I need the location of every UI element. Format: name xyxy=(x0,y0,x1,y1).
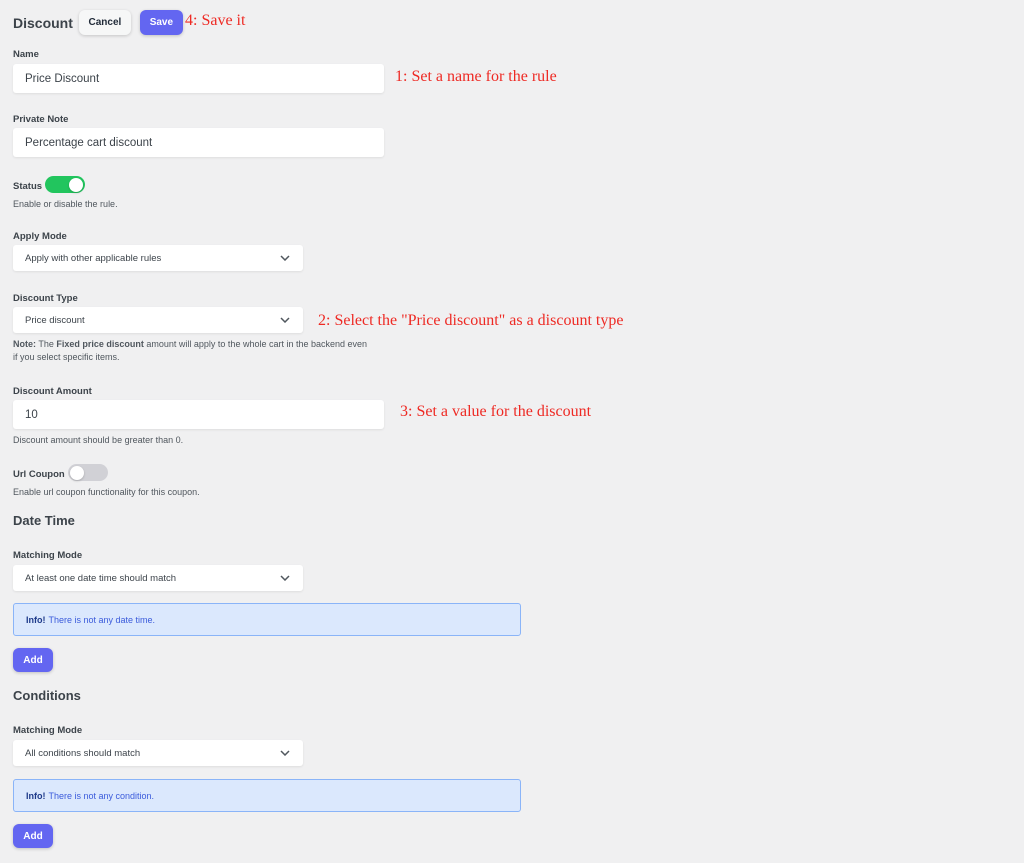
note-prefix: Note: xyxy=(13,339,36,349)
conditions-matching-select[interactable]: All conditions should match xyxy=(13,740,303,766)
discount-amount-help: Discount amount should be greater than 0… xyxy=(13,435,184,445)
save-button[interactable]: Save xyxy=(139,10,183,35)
status-toggle[interactable] xyxy=(45,176,85,193)
url-coupon-toggle-knob xyxy=(70,465,84,480)
conditions-matching-label: Matching Mode xyxy=(13,725,83,736)
name-input[interactable]: Price Discount xyxy=(13,64,384,93)
url-coupon-help: Enable url coupon functionality for this… xyxy=(13,487,200,497)
chevron-down-icon xyxy=(279,572,291,584)
annotation-step-2: 2: Select the "Price discount" as a disc… xyxy=(318,312,624,329)
status-toggle-knob xyxy=(69,177,83,192)
conditions-matching-value: All conditions should match xyxy=(25,747,141,759)
chevron-down-icon xyxy=(279,747,291,759)
note-text: amount will apply to the whole cart in t… xyxy=(143,339,368,349)
form-header: Discount Cancel Save xyxy=(13,10,183,35)
info-prefix: Info! xyxy=(26,614,46,625)
discount-type-select[interactable]: Price discount xyxy=(13,307,303,333)
apply-mode-value: Apply with other applicable rules xyxy=(25,252,162,264)
url-coupon-label: Url Coupon xyxy=(13,469,65,480)
discount-amount-label: Discount Amount xyxy=(13,386,92,397)
apply-mode-label: Apply Mode xyxy=(13,231,67,242)
add-condition-button[interactable]: Add xyxy=(13,824,53,848)
name-label: Name xyxy=(13,49,39,60)
page-title: Discount xyxy=(13,14,73,31)
discount-amount-value: 10 xyxy=(25,408,38,421)
date-time-matching-value: At least one date time should match xyxy=(25,572,177,584)
date-time-title: Date Time xyxy=(13,513,75,528)
private-note-value: Percentage cart discount xyxy=(25,136,153,149)
discount-amount-input[interactable]: 10 xyxy=(13,400,384,429)
add-date-time-button[interactable]: Add xyxy=(13,648,53,672)
info-text: There is not any condition. xyxy=(48,790,155,801)
date-time-matching-label: Matching Mode xyxy=(13,550,83,561)
apply-mode-select[interactable]: Apply with other applicable rules xyxy=(13,245,303,271)
info-prefix: Info! xyxy=(26,790,46,801)
info-text: There is not any date time. xyxy=(48,614,156,625)
discount-type-value: Price discount xyxy=(25,314,85,326)
cancel-button[interactable]: Cancel xyxy=(78,10,131,35)
note-bold: Fixed price discount xyxy=(56,339,144,349)
discount-type-note: Note: The Fixed price discount amount wi… xyxy=(13,338,393,364)
private-note-label: Private Note xyxy=(13,114,69,125)
conditions-info-alert: Info! There is not any condition. xyxy=(13,779,521,812)
note-text: if you select specific items. xyxy=(13,352,120,362)
annotation-step-4: 4: Save it xyxy=(185,12,246,29)
private-note-input[interactable]: Percentage cart discount xyxy=(13,128,384,157)
conditions-title: Conditions xyxy=(13,688,81,703)
chevron-down-icon xyxy=(279,314,291,326)
discount-type-label: Discount Type xyxy=(13,293,78,304)
chevron-down-icon xyxy=(279,252,291,264)
status-label: Status xyxy=(13,181,43,192)
annotation-step-3: 3: Set a value for the discount xyxy=(400,403,592,420)
note-text: The xyxy=(36,339,57,349)
date-time-info-alert: Info! There is not any date time. xyxy=(13,603,521,636)
url-coupon-toggle[interactable] xyxy=(68,464,108,481)
status-help: Enable or disable the rule. xyxy=(13,199,118,209)
annotation-step-1: 1: Set a name for the rule xyxy=(395,68,557,85)
date-time-matching-select[interactable]: At least one date time should match xyxy=(13,565,303,591)
name-input-value: Price Discount xyxy=(25,72,100,85)
